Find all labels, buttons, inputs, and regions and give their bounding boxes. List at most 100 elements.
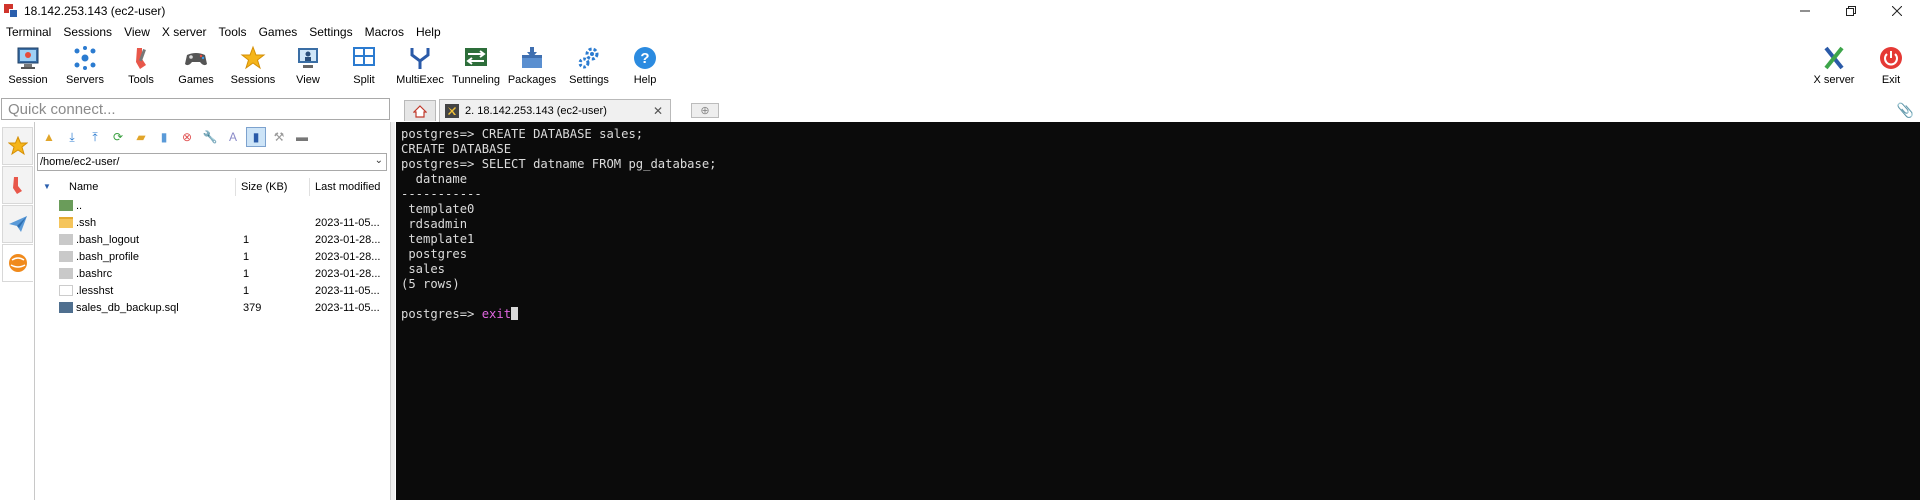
menu-x-server[interactable]: X server bbox=[162, 25, 207, 39]
terminal-prompt-line: postgres=> exit bbox=[401, 307, 1920, 322]
packages-button[interactable]: Packages bbox=[504, 45, 560, 91]
restore-button[interactable] bbox=[1828, 0, 1874, 21]
file-row[interactable]: .ssh 2023-11-05... bbox=[35, 215, 390, 232]
sftp-delete-button[interactable]: ⊗ bbox=[177, 127, 197, 147]
file-row[interactable]: .bashrc 1 2023-01-28... bbox=[35, 266, 390, 283]
home-tab[interactable] bbox=[404, 100, 436, 121]
servers-button[interactable]: Servers bbox=[57, 45, 113, 91]
panel-splitter[interactable] bbox=[390, 122, 395, 500]
file-size: 1 bbox=[243, 285, 250, 297]
column-modified[interactable]: Last modified bbox=[315, 181, 380, 193]
terminal-pane[interactable]: postgres=> CREATE DATABASE sales; CREATE… bbox=[396, 122, 1920, 500]
sftp-globe-icon bbox=[9, 254, 27, 272]
sftp-new-folder-button[interactable]: ▰ bbox=[131, 127, 151, 147]
column-divider[interactable] bbox=[309, 178, 310, 196]
menu-settings[interactable]: Settings bbox=[309, 25, 352, 39]
sftp-upload-button[interactable]: ⤒ bbox=[85, 127, 105, 147]
column-divider[interactable] bbox=[235, 178, 236, 196]
tunneling-button[interactable]: Tunneling bbox=[448, 45, 504, 91]
file-row[interactable]: .bash_profile 1 2023-01-28... bbox=[35, 249, 390, 266]
view-button[interactable]: View bbox=[280, 45, 336, 91]
help-button[interactable]: ? Help bbox=[617, 45, 673, 91]
new-tab-button[interactable]: ⊕ bbox=[691, 103, 719, 118]
file-modified: 2023-11-05... bbox=[315, 217, 380, 229]
wrench-icon: 🔧 bbox=[202, 130, 218, 144]
parent-folder-icon bbox=[59, 200, 73, 211]
terminal-cursor bbox=[511, 307, 519, 320]
packages-icon bbox=[522, 47, 542, 68]
sftp-permissions-button[interactable]: ⚒ bbox=[269, 127, 289, 147]
side-tab-sessions[interactable] bbox=[2, 127, 33, 165]
file-size: 1 bbox=[243, 234, 250, 246]
title-bar: 18.142.253.143 (ec2-user) bbox=[0, 0, 1920, 21]
multiexec-button[interactable]: MultiExec bbox=[392, 45, 448, 91]
sftp-terminal-button[interactable]: ▬ bbox=[292, 127, 312, 147]
minimize-icon bbox=[1800, 10, 1810, 11]
sftp-path-field[interactable]: /home/ec2-user/ ⌄ bbox=[37, 153, 387, 171]
new-folder-icon: ▰ bbox=[136, 130, 146, 144]
quick-connect-input[interactable] bbox=[2, 99, 389, 119]
session-button[interactable]: Session bbox=[0, 45, 56, 91]
menu-macros[interactable]: Macros bbox=[365, 25, 404, 39]
app-logo-icon bbox=[4, 3, 18, 18]
new-file-icon: ▮ bbox=[160, 130, 168, 144]
sftp-rename-button[interactable]: A bbox=[223, 127, 243, 147]
xserver-label: X server bbox=[1813, 74, 1855, 86]
menu-help[interactable]: Help bbox=[416, 25, 441, 39]
paperclip-icon[interactable]: 📎 bbox=[1897, 102, 1914, 119]
menu-bar: Terminal Sessions View X server Tools Ga… bbox=[0, 21, 453, 43]
file-row[interactable]: .bash_logout 1 2023-01-28... bbox=[35, 232, 390, 249]
terminal-line: template0 bbox=[401, 202, 475, 216]
exit-label: Exit bbox=[1881, 74, 1901, 86]
menu-view[interactable]: View bbox=[124, 25, 150, 39]
file-row[interactable]: sales_db_backup.sql 379 2023-11-05... bbox=[35, 300, 390, 317]
games-button[interactable]: Games bbox=[168, 45, 224, 91]
sql-file-icon bbox=[59, 302, 73, 313]
split-label: Split bbox=[353, 74, 375, 86]
column-name[interactable]: Name bbox=[69, 181, 98, 193]
chevron-down-icon[interactable]: ⌄ bbox=[375, 155, 383, 166]
sftp-parent-dir-button[interactable]: ▲ bbox=[39, 127, 59, 147]
menu-games[interactable]: Games bbox=[259, 25, 298, 39]
sftp-refresh-button[interactable]: ⟳ bbox=[108, 127, 128, 147]
sftp-path-text: /home/ec2-user/ bbox=[40, 156, 120, 168]
menu-tools[interactable]: Tools bbox=[219, 25, 247, 39]
side-tab-sftp[interactable] bbox=[2, 244, 33, 282]
sftp-new-file-button[interactable]: ▮ bbox=[154, 127, 174, 147]
file-row[interactable]: .. bbox=[35, 198, 390, 215]
menu-terminal[interactable]: Terminal bbox=[6, 25, 51, 39]
tab-close-icon[interactable]: ✕ bbox=[653, 104, 663, 118]
side-tab-tools[interactable] bbox=[2, 166, 33, 204]
sftp-properties-button[interactable]: 🔧 bbox=[200, 127, 220, 147]
minimize-button[interactable] bbox=[1782, 0, 1828, 21]
tools-button[interactable]: Tools bbox=[113, 45, 169, 91]
view-label: View bbox=[296, 74, 320, 86]
tunneling-icon bbox=[465, 48, 487, 66]
sessions-button[interactable]: Sessions bbox=[225, 45, 281, 91]
tab-session-ec2[interactable]: 2. 18.142.253.143 (ec2-user) ✕ bbox=[439, 99, 671, 122]
side-tab-macros[interactable] bbox=[2, 205, 33, 243]
file-modified: 2023-01-28... bbox=[315, 234, 381, 246]
terminal-line: postgres bbox=[401, 247, 468, 261]
exit-button[interactable]: Exit bbox=[1863, 45, 1919, 91]
side-tab-bar bbox=[0, 122, 35, 500]
menu-sessions[interactable]: Sessions bbox=[63, 25, 112, 39]
terminal-input: exit bbox=[481, 307, 512, 321]
blank-file-icon bbox=[59, 285, 73, 296]
close-icon bbox=[1892, 5, 1902, 16]
file-row[interactable]: .lesshst 1 2023-11-05... bbox=[35, 283, 390, 300]
close-button[interactable] bbox=[1874, 0, 1920, 21]
file-icon bbox=[59, 268, 73, 279]
settings-button[interactable]: Settings bbox=[561, 45, 617, 91]
sftp-download-button[interactable]: ⤓ bbox=[62, 127, 82, 147]
delete-icon: ⊗ bbox=[181, 130, 193, 144]
sftp-toolbar: ▲ ⤓ ⤒ ⟳ ▰ ▮ ⊗ 🔧 A ▮ ⚒ ▬ bbox=[39, 127, 315, 147]
xserver-button[interactable]: X server bbox=[1806, 45, 1862, 91]
file-modified: 2023-11-05... bbox=[315, 302, 380, 314]
split-button[interactable]: Split bbox=[336, 45, 392, 91]
multiexec-label: MultiExec bbox=[396, 74, 444, 86]
folder-up-icon: ▲ bbox=[43, 130, 55, 144]
column-size[interactable]: Size (KB) bbox=[241, 181, 287, 193]
sftp-follow-terminal-button[interactable]: ▮ bbox=[246, 127, 266, 147]
settings-label: Settings bbox=[569, 74, 609, 86]
